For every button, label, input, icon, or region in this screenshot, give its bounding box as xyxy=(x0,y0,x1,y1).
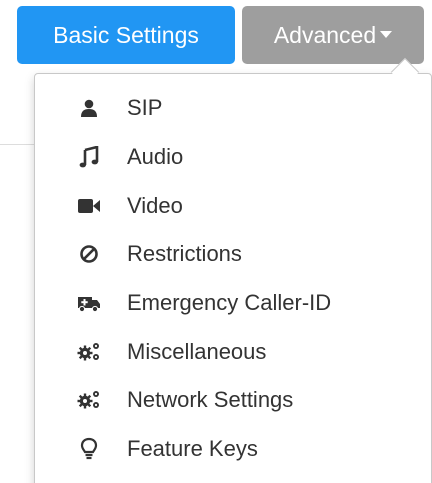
menu-item-emergency-caller-id[interactable]: Emergency Caller-ID xyxy=(35,279,431,328)
ambulance-icon xyxy=(77,291,101,315)
menu-item-miscellaneous[interactable]: Miscellaneous xyxy=(35,327,431,376)
lightbulb-icon xyxy=(77,437,101,461)
menu-item-label: Emergency Caller-ID xyxy=(127,290,332,316)
menu-item-label: Video xyxy=(127,192,183,218)
user-icon xyxy=(77,96,101,120)
menu-item-label: Audio xyxy=(127,144,184,170)
settings-toolbar-stage: Basic Settings Advanced SIP Audio Video … xyxy=(0,0,432,483)
menu-item-label: Restrictions xyxy=(127,241,242,267)
video-camera-icon xyxy=(77,194,101,218)
menu-item-network-settings[interactable]: Network Settings xyxy=(35,376,431,425)
menu-item-restrictions[interactable]: Restrictions xyxy=(35,230,431,279)
menu-item-label: Miscellaneous xyxy=(127,338,267,364)
gears-icon xyxy=(77,340,101,364)
menu-item-feature-keys[interactable]: Feature Keys xyxy=(35,425,431,474)
gears-icon xyxy=(77,388,101,412)
menu-item-video[interactable]: Video xyxy=(35,181,431,230)
basic-settings-button[interactable]: Basic Settings xyxy=(17,6,235,64)
dropdown-menu-list: SIP Audio Video Restrictions Emergency C… xyxy=(35,84,431,474)
menu-item-audio[interactable]: Audio xyxy=(35,133,431,182)
music-icon xyxy=(77,145,101,169)
advanced-dropdown-menu: SIP Audio Video Restrictions Emergency C… xyxy=(34,73,432,483)
ban-icon xyxy=(77,242,101,266)
menu-item-label: SIP xyxy=(127,95,163,121)
advanced-dropdown-button[interactable]: Advanced xyxy=(242,6,424,64)
caret-down-icon xyxy=(380,31,393,39)
menu-item-label: Network Settings xyxy=(127,387,294,413)
advanced-button-label: Advanced xyxy=(273,22,377,48)
menu-item-sip[interactable]: SIP xyxy=(35,84,431,133)
menu-item-label: Feature Keys xyxy=(127,436,258,462)
